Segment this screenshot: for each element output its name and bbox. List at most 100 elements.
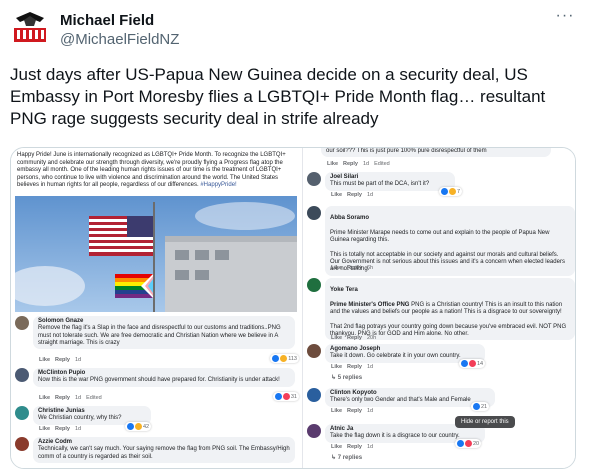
reply-link[interactable]: Reply (347, 444, 362, 450)
comment-actions: Like Reply 1d (331, 364, 378, 370)
commenter-name[interactable]: Yoke Tera (330, 287, 570, 294)
comment-text: Take the flag down it is a disgrace to o… (330, 433, 460, 440)
commenter-avatar[interactable] (307, 172, 321, 186)
like-link[interactable]: Like (39, 357, 50, 363)
reaction-badge[interactable]: 31 (272, 392, 299, 401)
view-replies-link[interactable]: ↳ 5 replies (331, 374, 362, 381)
avatar[interactable] (10, 8, 50, 48)
reaction-badge[interactable]: 20 (455, 439, 482, 448)
author-handle[interactable]: @MichaelFieldNZ (60, 30, 179, 50)
like-link[interactable]: Like (331, 408, 342, 414)
author-block: Michael Field @MichaelFieldNZ (60, 12, 179, 50)
commenter-avatar[interactable] (15, 406, 29, 420)
like-link[interactable]: Like (331, 192, 342, 198)
reply-link[interactable]: Reply (347, 364, 362, 370)
comment-time: 1d (367, 192, 374, 198)
reaction-badge[interactable]: 14 (459, 359, 486, 368)
reaction-badge[interactable]: 113 (270, 354, 299, 363)
like-link[interactable]: Like (331, 335, 342, 341)
comment-bubble: Joel Silari This must be part of the DCA… (325, 172, 455, 191)
like-link[interactable]: Like (331, 444, 342, 450)
tweet-header: Michael Field @MichaelFieldNZ ··· (10, 8, 580, 52)
like-link[interactable]: Like (327, 161, 338, 167)
haha-reaction-icon (280, 355, 288, 362)
reaction-count: 31 (290, 393, 297, 400)
comment-actions: Like Reply 1d (331, 192, 378, 198)
comment-actions: Like Reply 1d Edited (327, 161, 395, 167)
comment-actions: Like Reply 1d (331, 408, 378, 414)
more-options-button[interactable]: ··· (554, 8, 576, 30)
comment-text: There's only two Gender and that's Male … (330, 397, 471, 404)
comment-text: Technically, we can't say much. Your say… (38, 446, 290, 460)
reaction-badge[interactable]: 42 (125, 422, 152, 431)
author-name[interactable]: Michael Field (60, 12, 179, 30)
tweet-media[interactable]: Happy Pride! June is internationally rec… (10, 147, 576, 469)
reply-link[interactable]: Reply (347, 408, 362, 414)
reply-link[interactable]: Reply (55, 426, 70, 432)
commenter-avatar[interactable] (15, 368, 29, 382)
commenter-avatar[interactable] (307, 424, 321, 438)
commenter-name[interactable]: Clinton Kopyoto (330, 390, 490, 397)
comment-time: 1d (367, 444, 374, 450)
reply-link[interactable]: Reply (55, 357, 70, 363)
reply-link[interactable]: Reply (347, 335, 362, 341)
comment-actions: Like Reply 1d (331, 444, 378, 450)
comment-time: 6h (367, 265, 374, 271)
love-reaction-icon (282, 393, 290, 400)
commenter-name[interactable]: Azzie Codm (38, 439, 290, 446)
comment-text: Take it down. Go celebrate it in your ow… (330, 353, 461, 360)
commenter-avatar[interactable] (15, 437, 29, 451)
comment: Abba Soramo Prime Minister Marape needs … (307, 206, 575, 276)
edited-label: Edited (374, 161, 390, 167)
like-link[interactable]: Like (39, 395, 50, 401)
mention-link[interactable]: Prime Minister's Office PNG (330, 302, 409, 308)
commenter-name[interactable]: McClinton Pupio (38, 370, 290, 377)
reaction-count: 21 (481, 403, 488, 410)
like-link[interactable]: Like (39, 426, 50, 432)
comment: Azzie Codm Technically, we can't say muc… (15, 437, 299, 468)
edited-label: Edited (86, 395, 102, 401)
comment-actions: Like Reply 1d (39, 426, 86, 432)
reply-link[interactable]: Reply (343, 161, 358, 167)
reaction-badge[interactable]: 21 (471, 402, 490, 411)
comment-text: our soil??? This is just pure 100% pure … (326, 148, 487, 154)
commenter-name[interactable]: Christine Junias (38, 408, 146, 415)
comment-time: 1d (75, 395, 82, 401)
comment: Christine Junias We Christian country, w… (15, 406, 299, 434)
commenter-name[interactable]: Abba Soramo (330, 215, 570, 222)
like-link[interactable]: Like (331, 364, 342, 370)
reply-link[interactable]: Reply (347, 265, 362, 271)
haha-reaction-icon (449, 188, 456, 195)
reaction-count: 42 (143, 423, 150, 430)
love-reaction-icon (465, 440, 472, 447)
like-reaction-icon (461, 360, 468, 367)
comment-text: This must be part of the DCA, isn't it? (330, 181, 430, 188)
commenter-avatar[interactable] (307, 278, 321, 292)
commenter-name[interactable]: Joel Silari (330, 174, 450, 181)
like-reaction-icon (272, 355, 280, 362)
comment-time: 1d (363, 161, 370, 167)
reaction-badge[interactable]: 7 (439, 187, 463, 196)
replies-count: 5 replies (337, 375, 363, 381)
commenter-avatar[interactable] (307, 344, 321, 358)
reply-link[interactable]: Reply (347, 192, 362, 198)
reply-link[interactable]: Reply (55, 395, 70, 401)
comment: Agomano Joseph Take it down. Go celebrat… (307, 344, 575, 384)
reaction-count: 113 (288, 355, 297, 362)
commenter-avatar[interactable] (307, 206, 321, 220)
comment-actions: Like Reply 20h (331, 335, 381, 341)
commenter-name[interactable]: Agomano Joseph (330, 346, 480, 353)
view-replies-link[interactable]: ↳ 7 replies (331, 454, 362, 461)
comment: McClinton Pupio Now this is the war PNG … (15, 368, 299, 404)
comment-bubble: our soil??? This is just pure 100% pure … (321, 148, 551, 158)
commenter-name[interactable]: Solomon Gnaze (38, 318, 290, 325)
like-link[interactable]: Like (331, 265, 342, 271)
hashtag-link[interactable]: #HappyPride! (200, 182, 236, 188)
comment-actions: Like Reply 1d Edited (39, 395, 107, 401)
comment: Solomon Gnaze Remove the flag it's a Sla… (15, 316, 299, 366)
comment-time: 1d (367, 364, 374, 370)
commenter-avatar[interactable] (307, 388, 321, 402)
comment-bubble: Solomon Gnaze Remove the flag it's a Sla… (33, 316, 295, 350)
replies-count: 7 replies (337, 455, 363, 461)
commenter-avatar[interactable] (15, 316, 29, 330)
